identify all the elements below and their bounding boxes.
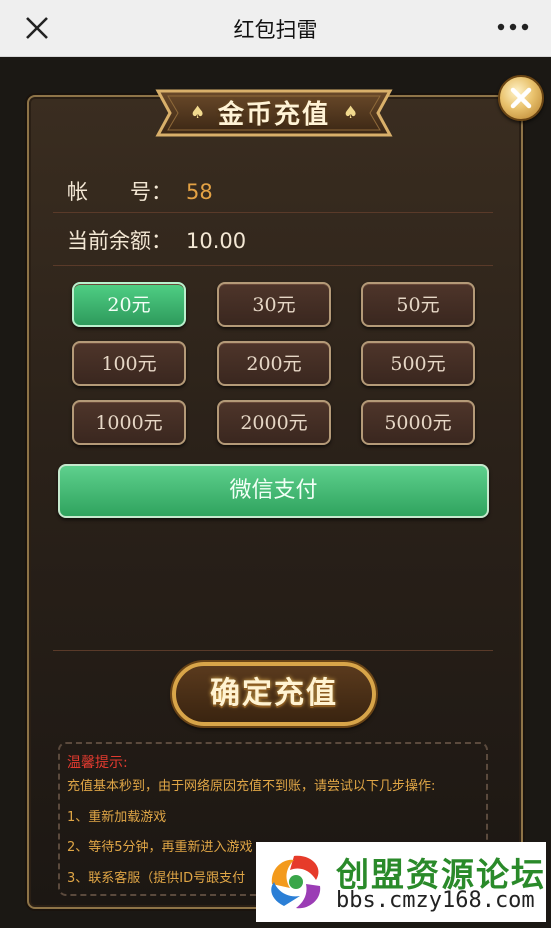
tips-line: 2、等待5分钟，再重新进入游戏 bbox=[67, 840, 253, 855]
wechat-top-bar: 红包扫雷 bbox=[0, 0, 551, 57]
account-label: 帐 号： bbox=[67, 180, 172, 204]
divider bbox=[53, 212, 493, 213]
page-title: 红包扫雷 bbox=[233, 18, 318, 42]
amount-option-1000[interactable]: 1000元 bbox=[72, 400, 186, 445]
amount-option-30[interactable]: 30元 bbox=[217, 282, 331, 327]
tips-line: 充值基本秒到，由于网络原因充值不到账，请尝试以下几步操作: bbox=[67, 779, 436, 794]
amount-option-50[interactable]: 50元 bbox=[361, 282, 475, 327]
dialog-title: 金币充值 bbox=[217, 100, 330, 130]
amount-option-200[interactable]: 200元 bbox=[217, 341, 331, 386]
dialog-close-button[interactable] bbox=[498, 75, 544, 121]
amount-option-20[interactable]: 20元 bbox=[72, 282, 186, 327]
account-value: 58 bbox=[186, 180, 213, 204]
watermark: 创盟资源论坛 bbs.cmzy168.com bbox=[256, 842, 546, 922]
balance-label: 当前余额： bbox=[67, 229, 172, 253]
divider bbox=[53, 650, 493, 651]
close-icon bbox=[510, 87, 532, 109]
more-dots-icon[interactable] bbox=[497, 22, 529, 32]
account-row: 帐 号： 58 bbox=[67, 176, 213, 206]
confirm-recharge-button[interactable]: 确定充值 bbox=[172, 662, 376, 726]
watermark-url: bbs.cmzy168.com bbox=[336, 888, 535, 913]
amount-option-500[interactable]: 500元 bbox=[361, 341, 475, 386]
tips-line: 1、重新加载游戏 bbox=[67, 810, 167, 825]
amount-option-2000[interactable]: 2000元 bbox=[217, 400, 331, 445]
amount-option-5000[interactable]: 5000元 bbox=[361, 400, 475, 445]
balance-value: 10.00 bbox=[186, 229, 247, 253]
divider bbox=[53, 265, 493, 266]
wechat-pay-button[interactable]: 微信支付 bbox=[58, 464, 489, 518]
forum-logo-icon bbox=[271, 855, 321, 909]
amount-option-100[interactable]: 100元 bbox=[72, 341, 186, 386]
tips-title: 温馨提示: bbox=[67, 755, 128, 771]
tips-line: 3、联系客服（提供ID号跟支付 bbox=[67, 871, 246, 886]
balance-row: 当前余额： 10.00 bbox=[67, 225, 246, 255]
